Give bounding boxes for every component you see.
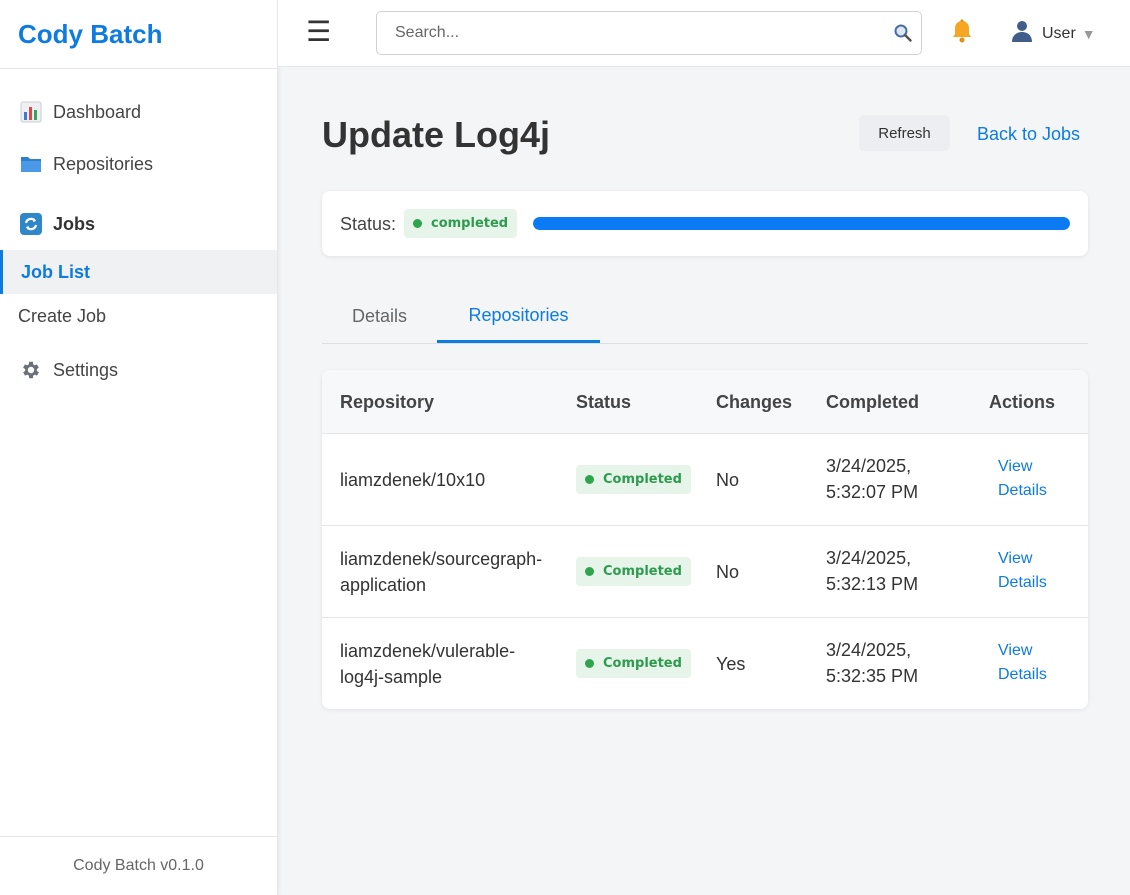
status-text: Completed (603, 655, 682, 671)
completed-timestamp: 3/24/2025, 5:32:35 PM (826, 637, 966, 689)
refresh-icon (20, 213, 42, 235)
page-title: Update Log4j (322, 114, 551, 155)
status-value: completed (431, 216, 509, 231)
completed-date: 3/24/2025, (826, 640, 912, 660)
status-cell: Completed (576, 465, 691, 494)
bell-icon[interactable] (950, 19, 974, 49)
column-header-completed[interactable]: Completed (826, 392, 919, 413)
repository-name-line: liamzdenek/sourcegraph- (340, 549, 543, 569)
column-header-changes[interactable]: Changes (716, 392, 792, 413)
sidebar-item-label: Settings (53, 359, 119, 380)
sidebar-nav: Dashboard Repositories Jobs Job List Cre… (0, 69, 277, 396)
changes-value: No (716, 562, 740, 582)
changes-value: Yes (716, 654, 746, 674)
chart-icon (20, 101, 42, 123)
repositories-table: Repository Status Changes Completed Acti… (322, 370, 1088, 709)
version-label: Cody Batch v0.1.0 (0, 836, 277, 895)
column-header-actions: Actions (989, 392, 1056, 412)
completed-time: 5:32:07 PM (826, 482, 919, 502)
sidebar-item-dashboard[interactable]: Dashboard (0, 86, 277, 138)
status-text: Completed (603, 471, 682, 487)
tab-bar: Details Repositories (322, 290, 1088, 344)
completed-time: 5:32:35 PM (826, 666, 919, 686)
user-label: User (1042, 24, 1076, 42)
sidebar-item-job-list[interactable]: Job List (0, 250, 277, 294)
gear-icon (20, 359, 42, 381)
search-box (376, 11, 922, 55)
search-input[interactable] (377, 12, 877, 54)
action-text: Details (998, 574, 1047, 591)
user-menu[interactable]: User ▼ (1010, 20, 1096, 47)
action-text: View (998, 458, 1033, 475)
completed-timestamp: 3/24/2025, 5:32:13 PM (826, 545, 966, 597)
brand-logo-text[interactable]: Cody Batch (18, 19, 162, 50)
progress-fill (533, 217, 1070, 230)
repository-name: liamzdenek/10x10 (340, 470, 486, 490)
table-row: liamzdenek/vulerable- log4j-sample Compl… (322, 618, 1088, 709)
menu-toggle-icon[interactable]: ☰ (306, 16, 331, 48)
status-dot-icon (413, 219, 422, 228)
status-dot-icon (585, 475, 594, 484)
changes-value: No (716, 470, 740, 490)
column-header-status[interactable]: Status (576, 392, 631, 413)
repository-name-line: log4j-sample (340, 667, 443, 687)
view-details-link[interactable]: View Details (998, 547, 1068, 595)
repository-name-line: liamzdenek/vulerable- (340, 641, 516, 661)
folder-icon (20, 153, 42, 175)
completed-date: 3/24/2025, (826, 456, 912, 476)
sidebar-item-label: Dashboard (53, 101, 142, 122)
sidebar-item-label: Jobs (53, 213, 96, 234)
sidebar-item-repositories[interactable]: Repositories (0, 138, 277, 190)
status-badge: Completed (576, 557, 691, 586)
status-card: Status: completed (322, 191, 1088, 256)
view-details-link[interactable]: View Details (998, 455, 1068, 503)
progress-bar (533, 217, 1070, 230)
status-text: Completed (603, 563, 682, 579)
refresh-button[interactable]: Refresh (859, 115, 950, 151)
sidebar-item-jobs[interactable]: Jobs (0, 198, 277, 250)
sidebar: Cody Batch Dashboard Repositories Jobs J… (0, 0, 278, 895)
status-badge: Completed (576, 649, 691, 678)
repository-name-line: application (340, 575, 427, 595)
status-dot-icon (585, 659, 594, 668)
back-to-jobs-link[interactable]: Back to Jobs (977, 124, 1080, 145)
completed-time: 5:32:13 PM (826, 574, 919, 594)
sidebar-item-create-job[interactable]: Create Job (0, 294, 277, 338)
tab-repositories[interactable]: Repositories (437, 290, 600, 343)
status-badge: completed (404, 209, 518, 238)
table-row: liamzdenek/10x10 Completed No 3/24/2025,… (322, 434, 1088, 526)
action-text: View (998, 550, 1033, 567)
view-details-link[interactable]: View Details (998, 639, 1068, 687)
status-cell: Completed (576, 557, 691, 586)
status-cell: Completed (576, 649, 691, 678)
search-icon[interactable] (893, 23, 913, 47)
status-badge: Completed (576, 465, 691, 494)
completed-date: 3/24/2025, (826, 548, 912, 568)
user-icon (1010, 20, 1034, 47)
status-dot-icon (585, 567, 594, 576)
table-row: liamzdenek/sourcegraph- application Comp… (322, 526, 1088, 618)
status-label: Status: (340, 214, 397, 234)
tab-details[interactable]: Details (322, 290, 437, 343)
table-header: Repository Status Changes Completed Acti… (322, 370, 1088, 434)
column-header-repository[interactable]: Repository (340, 392, 434, 413)
chevron-down-icon: ▼ (1081, 25, 1096, 42)
action-text: Details (998, 666, 1047, 683)
sidebar-item-label: Repositories (53, 153, 154, 174)
action-text: View (998, 642, 1033, 659)
completed-timestamp: 3/24/2025, 5:32:07 PM (826, 453, 966, 505)
brand: Cody Batch (0, 0, 277, 69)
repository-name: liamzdenek/vulerable- log4j-sample (340, 638, 555, 690)
topbar: ☰ User ▼ (278, 0, 1130, 67)
repository-name: liamzdenek/sourcegraph- application (340, 546, 555, 598)
action-text: Details (998, 482, 1047, 499)
sidebar-item-settings[interactable]: Settings (0, 344, 277, 396)
